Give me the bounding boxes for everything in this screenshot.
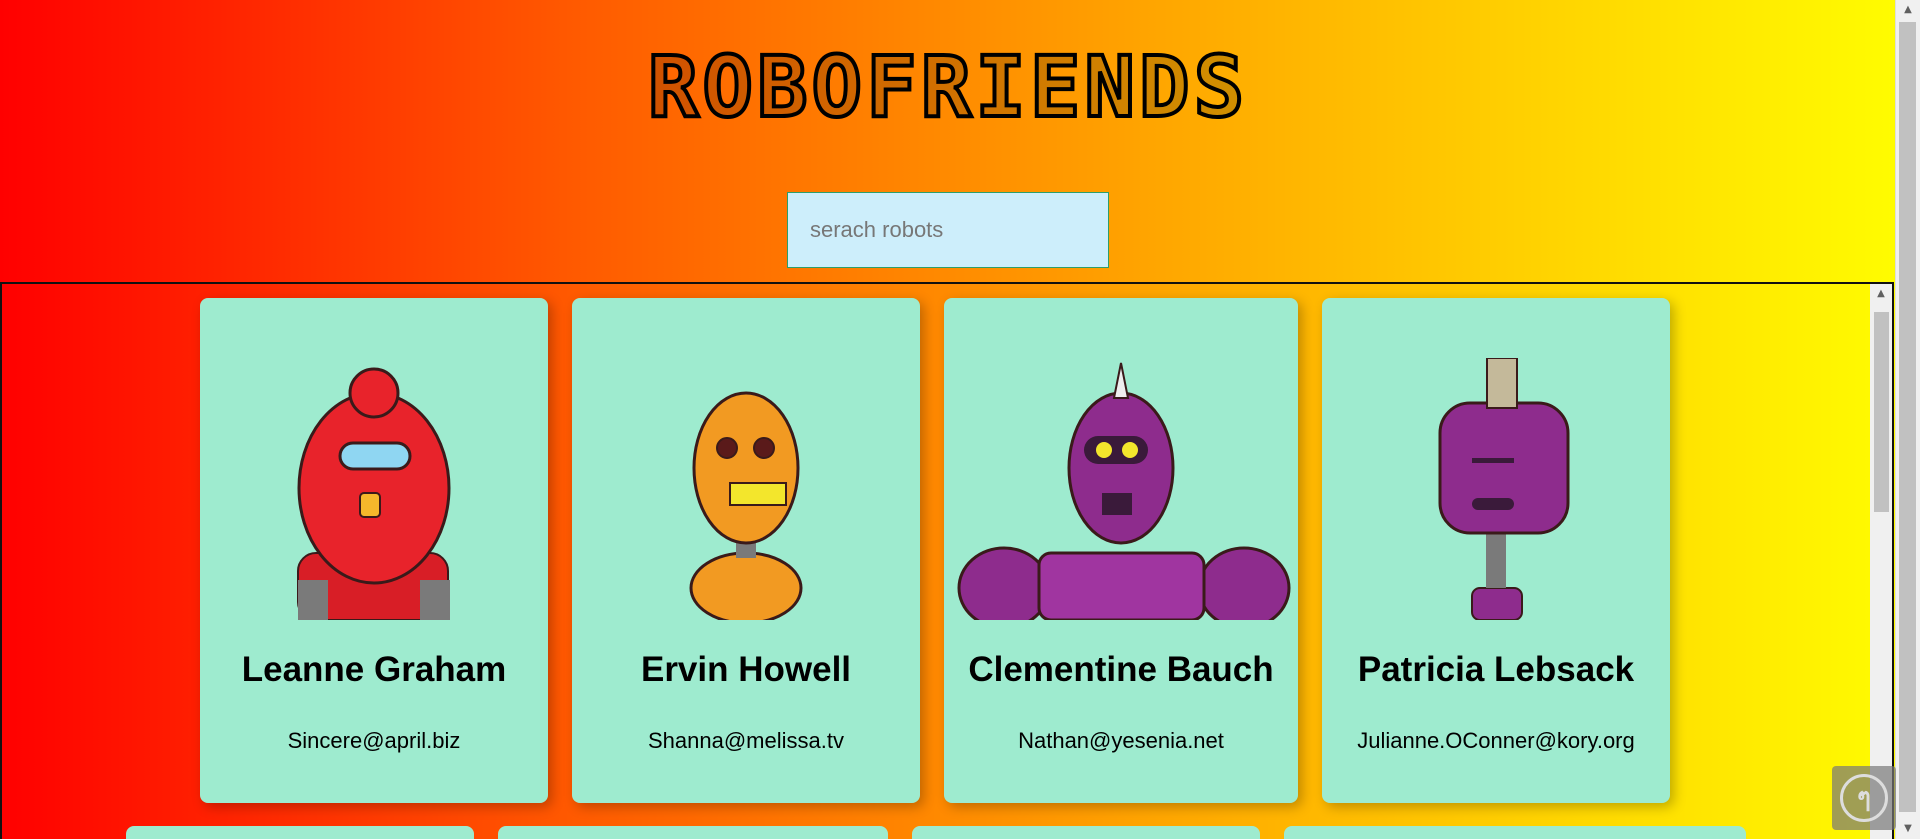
robot-card: Ervin Howell Shanna@melissa.tv [572, 298, 920, 803]
robot-name: Patricia Lebsack [1357, 650, 1635, 689]
page-scrollbar[interactable]: ▲ ▼ [1895, 0, 1920, 839]
search-input[interactable] [787, 192, 1109, 268]
robot-image [957, 362, 1291, 620]
robot-name: Leanne Graham [241, 650, 507, 689]
robot-card-partial [498, 826, 888, 839]
robot-email: Nathan@yesenia.net [1018, 728, 1224, 753]
card-list[interactable]: Leanne Graham Sincere@april.biz Ervin Ho… [0, 282, 1894, 839]
robot-image [1438, 358, 1570, 620]
robot-email: Sincere@april.biz [287, 728, 461, 753]
robot-card: Clementine Bauch Nathan@yesenia.net [944, 298, 1298, 803]
robot-card: Patricia Lebsack Julianne.OConner@kory.o… [1322, 298, 1670, 803]
robot-card-partial [126, 826, 474, 839]
page-scroll-down-arrow-icon[interactable]: ▼ [1896, 819, 1920, 839]
page-scrollbar-thumb[interactable] [1899, 22, 1916, 812]
robot-image [689, 391, 803, 620]
logo-badge-icon: ๆ [1832, 766, 1896, 830]
robot-name: Clementine Bauch [968, 650, 1274, 689]
robot-image [297, 367, 451, 620]
robot-email: Julianne.OConner@kory.org [1357, 728, 1635, 753]
robot-name: Ervin Howell [640, 650, 852, 689]
card-list-scrollbar[interactable]: ▲ [1870, 284, 1892, 839]
badge-circle-icon: ๆ [1840, 774, 1888, 822]
robot-card-partial [912, 826, 1260, 839]
robot-card: Leanne Graham Sincere@april.biz [200, 298, 548, 803]
robot-card-partial [1284, 826, 1746, 839]
robot-email: Shanna@melissa.tv [648, 728, 844, 753]
page-scroll-up-arrow-icon[interactable]: ▲ [1896, 0, 1920, 20]
scrollbar-thumb[interactable] [1874, 312, 1889, 512]
app-title: RoboFriends [646, 36, 1249, 138]
scroll-up-arrow-icon[interactable]: ▲ [1870, 284, 1892, 304]
